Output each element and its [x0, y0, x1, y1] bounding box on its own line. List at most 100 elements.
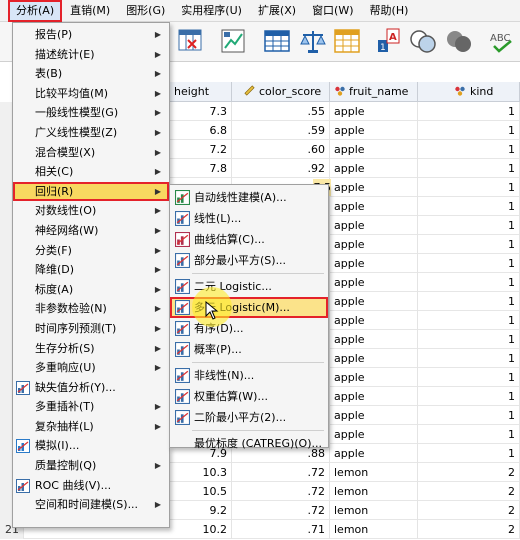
value-labels-icon[interactable]: 1 A — [374, 26, 404, 56]
menu-item[interactable]: 模拟(I)... — [13, 436, 169, 456]
cell-kind[interactable]: 1 — [418, 159, 520, 178]
regression-menu-item[interactable]: 二元 Logistic... — [170, 276, 328, 297]
cell-kind[interactable]: 1 — [418, 178, 520, 197]
menu-item[interactable]: 对数线性(O) ▶ — [13, 201, 169, 221]
cell-fruit-name[interactable]: apple — [330, 349, 418, 368]
cell-fruit-name[interactable]: apple — [330, 140, 418, 159]
regression-menu-item[interactable]: 部分最小平方(S)... — [170, 250, 328, 271]
regression-menu-item[interactable]: 概率(P)... — [170, 339, 328, 360]
menubar-analyze[interactable]: 分析(A) — [8, 0, 63, 22]
column-header-kind[interactable]: kind — [418, 82, 520, 102]
menubar-extensions[interactable]: 扩展(X) — [250, 0, 304, 22]
cell-height[interactable]: 10.3 — [170, 463, 232, 482]
cell-fruit-name[interactable]: apple — [330, 254, 418, 273]
cell-fruit-name[interactable]: apple — [330, 216, 418, 235]
cell-fruit-name[interactable]: apple — [330, 102, 418, 121]
menubar-window[interactable]: 窗口(W) — [304, 0, 361, 22]
menu-item[interactable]: 多重响应(U) ▶ — [13, 358, 169, 378]
cell-fruit-name[interactable]: lemon — [330, 501, 418, 520]
cell-fruit-name[interactable]: apple — [330, 121, 418, 140]
cell-fruit-name[interactable]: lemon — [330, 463, 418, 482]
cell-kind[interactable]: 2 — [418, 520, 520, 539]
cell-fruit-name[interactable]: lemon — [330, 520, 418, 539]
menubar-utilities[interactable]: 实用程序(U) — [173, 0, 250, 22]
cell-fruit-name[interactable]: apple — [330, 311, 418, 330]
cell-kind[interactable]: 1 — [418, 273, 520, 292]
menu-item[interactable]: 相关(C) ▶ — [13, 162, 169, 182]
cell-height[interactable]: 6.8 — [170, 121, 232, 140]
cell-kind[interactable]: 1 — [418, 121, 520, 140]
regression-menu-item[interactable]: 最优标度 (CATREG)(O)... — [170, 433, 328, 454]
menu-item[interactable]: 非参数检验(N) ▶ — [13, 299, 169, 319]
cell-color-score[interactable]: .72 — [232, 482, 330, 501]
regression-menu-item[interactable]: 线性(L)... — [170, 208, 328, 229]
regression-menu-item[interactable]: 非线性(N)... — [170, 365, 328, 386]
menu-item[interactable]: 表(B) ▶ — [13, 64, 169, 84]
menu-item[interactable]: 降维(D) ▶ — [13, 260, 169, 280]
cell-height[interactable]: 7.8 — [170, 159, 232, 178]
regression-menu-item[interactable]: 自动线性建模(A)... — [170, 187, 328, 208]
menu-item[interactable]: 标度(A) ▶ — [13, 280, 169, 300]
menu-item[interactable]: 时间序列预测(T) ▶ — [13, 319, 169, 339]
menu-item[interactable]: 一般线性模型(G) ▶ — [13, 103, 169, 123]
regression-menu-item[interactable]: 曲线估算(C)... — [170, 229, 328, 250]
menu-item[interactable]: 回归(R) ▶ — [13, 181, 169, 202]
cell-height[interactable]: 10.5 — [170, 482, 232, 501]
cell-kind[interactable]: 1 — [418, 368, 520, 387]
menu-item[interactable]: 质量控制(Q) ▶ — [13, 456, 169, 476]
use-sets-icon[interactable] — [408, 26, 438, 56]
cell-color-score[interactable]: .72 — [232, 463, 330, 482]
regression-menu-item[interactable]: 权重估算(W)... — [170, 386, 328, 407]
cell-kind[interactable]: 1 — [418, 102, 520, 121]
cell-kind[interactable]: 1 — [418, 387, 520, 406]
cell-color-score[interactable]: .59 — [232, 121, 330, 140]
cell-kind[interactable]: 1 — [418, 216, 520, 235]
cell-kind[interactable]: 1 — [418, 444, 520, 463]
column-header-fruit-name[interactable]: fruit_name — [330, 82, 418, 102]
cell-fruit-name[interactable]: apple — [330, 387, 418, 406]
cell-fruit-name[interactable]: apple — [330, 292, 418, 311]
menu-item[interactable]: 空间和时间建模(S)... ▶ — [13, 495, 169, 515]
menu-item[interactable]: 描述统计(E) ▶ — [13, 45, 169, 65]
menu-item[interactable]: 比较平均值(M) ▶ — [13, 84, 169, 104]
cell-fruit-name[interactable]: apple — [330, 368, 418, 387]
cell-height[interactable]: 9.2 — [170, 501, 232, 520]
cell-kind[interactable]: 1 — [418, 406, 520, 425]
chart-builder-icon[interactable] — [218, 26, 248, 56]
regression-menu-item[interactable]: 有序(D)... — [170, 318, 328, 339]
regression-menu-item[interactable]: 二阶最小平方(2)... — [170, 407, 328, 428]
menu-item[interactable]: 广义线性模型(Z) ▶ — [13, 123, 169, 143]
grid-table-icon[interactable] — [332, 26, 362, 56]
menubar-direct-marketing[interactable]: 直销(M) — [62, 0, 118, 22]
cell-color-score[interactable]: .71 — [232, 520, 330, 539]
cell-kind[interactable]: 2 — [418, 482, 520, 501]
cell-height[interactable]: 7.2 — [170, 140, 232, 159]
cell-fruit-name[interactable]: apple — [330, 235, 418, 254]
menu-item[interactable]: 报告(P) ▶ — [13, 25, 169, 45]
cell-fruit-name[interactable]: apple — [330, 330, 418, 349]
variables-icon[interactable] — [176, 26, 206, 56]
cell-color-score[interactable]: .55 — [232, 102, 330, 121]
cell-kind[interactable]: 1 — [418, 349, 520, 368]
cell-kind[interactable]: 1 — [418, 254, 520, 273]
menu-item[interactable]: 混合模型(X) ▶ — [13, 143, 169, 163]
cell-height[interactable]: 7.3 — [170, 102, 232, 121]
spell-check-icon[interactable]: ABC — [488, 26, 518, 56]
show-all-variables-icon[interactable] — [444, 26, 474, 56]
cell-kind[interactable]: 1 — [418, 292, 520, 311]
cell-fruit-name[interactable]: apple — [330, 178, 418, 197]
cell-fruit-name[interactable]: apple — [330, 444, 418, 463]
column-header-height[interactable]: height — [170, 82, 232, 102]
cell-kind[interactable]: 2 — [418, 501, 520, 520]
column-header-color-score[interactable]: color_score — [232, 82, 330, 102]
menu-item[interactable]: 缺失值分析(Y)... — [13, 378, 169, 398]
cell-fruit-name[interactable]: apple — [330, 273, 418, 292]
cell-kind[interactable]: 1 — [418, 425, 520, 444]
cell-fruit-name[interactable]: apple — [330, 406, 418, 425]
cell-kind[interactable]: 1 — [418, 197, 520, 216]
cell-color-score[interactable]: .60 — [232, 140, 330, 159]
cell-color-score[interactable]: .92 — [232, 159, 330, 178]
data-table-icon[interactable] — [262, 26, 292, 56]
cell-kind[interactable]: 2 — [418, 463, 520, 482]
cell-color-score[interactable]: .72 — [232, 501, 330, 520]
